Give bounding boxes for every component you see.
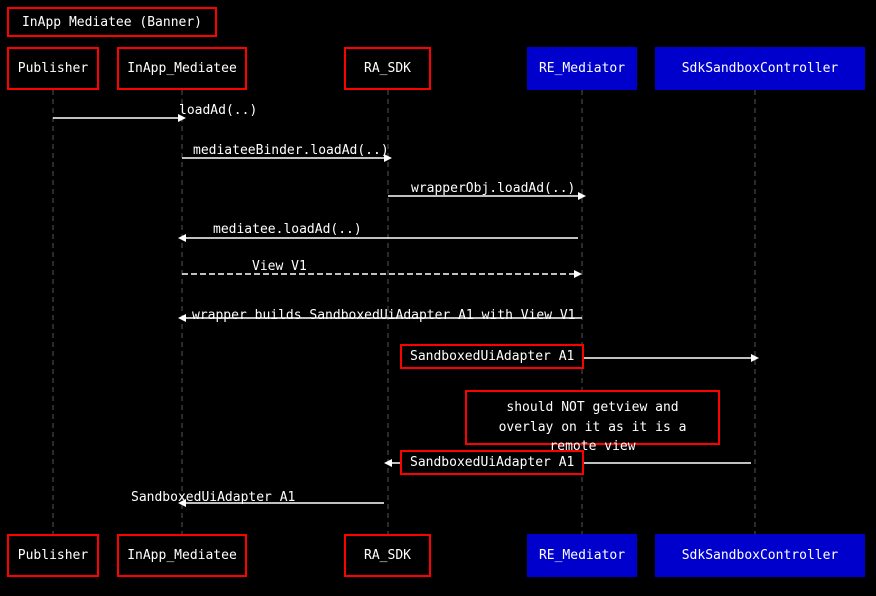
diagram-title: InApp Mediatee (Banner): [7, 7, 217, 37]
note-text: should NOT getview and overlay on it as …: [499, 400, 687, 454]
ra-sdk-top: RA_SDK: [344, 47, 431, 90]
msg-wrapper-builds: wrapper builds SandboxedUiAdapter A1 wit…: [192, 308, 576, 323]
ra-sdk-bot: RA_SDK: [344, 534, 431, 577]
msg-sandboxed-adapter-1: SandboxedUiAdapter A1: [400, 344, 584, 369]
msg-wrapper-obj: wrapperObj.loadAd(..): [411, 181, 575, 196]
msg-view-v1: View V1: [252, 259, 307, 274]
sdk-sandbox-bot: SdkSandboxController: [655, 534, 865, 577]
inapp-mediatee-top: InApp_Mediatee: [117, 47, 247, 90]
msg-mediatee-loadad: mediatee.loadAd(..): [213, 222, 362, 237]
msg-loadad: loadAd(..): [179, 103, 257, 118]
sdk-sandbox-top: SdkSandboxController: [655, 47, 865, 90]
re-mediator-bot: RE_Mediator: [527, 534, 637, 577]
publisher-top: Publisher: [7, 47, 99, 90]
msg-sandboxed-adapter-2: SandboxedUiAdapter A1: [400, 450, 584, 475]
note-box: should NOT getview and overlay on it as …: [465, 390, 720, 445]
re-mediator-top: RE_Mediator: [527, 47, 637, 90]
publisher-bot: Publisher: [7, 534, 99, 577]
msg-sandboxed-adapter-3: SandboxedUiAdapter A1: [131, 490, 295, 505]
inapp-mediatee-bot: InApp_Mediatee: [117, 534, 247, 577]
diagram: InApp Mediatee (Banner) Publisher InApp_…: [0, 0, 876, 596]
msg-mediatee-binder: mediateeBinder.loadAd(..): [193, 143, 389, 158]
